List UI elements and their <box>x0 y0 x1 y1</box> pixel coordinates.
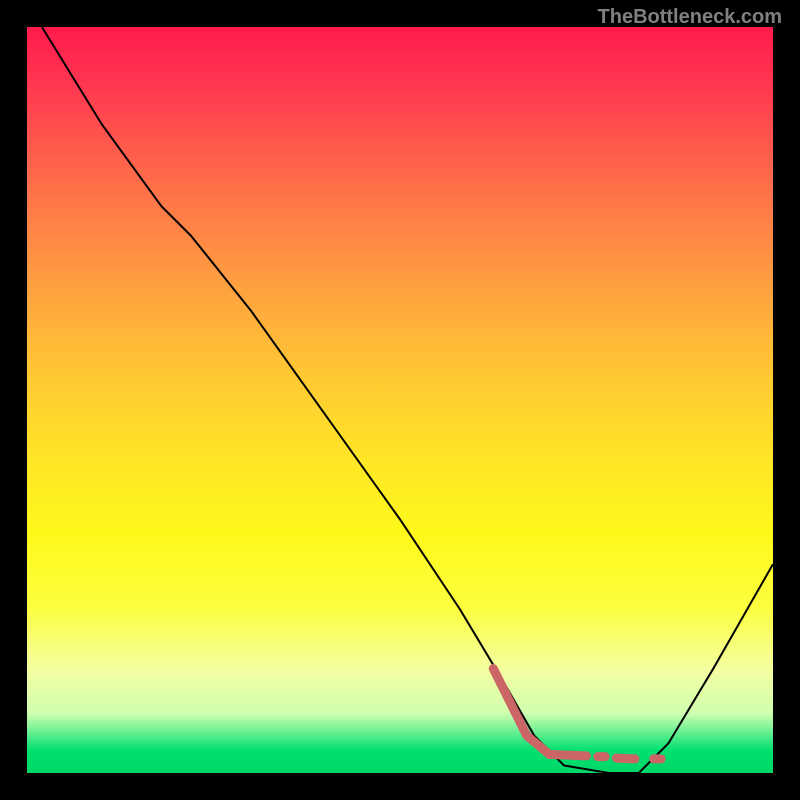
chart-plot-area <box>27 27 773 773</box>
curve-line <box>42 27 773 773</box>
chart-svg <box>27 27 773 773</box>
watermark-text: TheBottleneck.com <box>598 6 782 29</box>
highlight-segments <box>493 669 661 759</box>
